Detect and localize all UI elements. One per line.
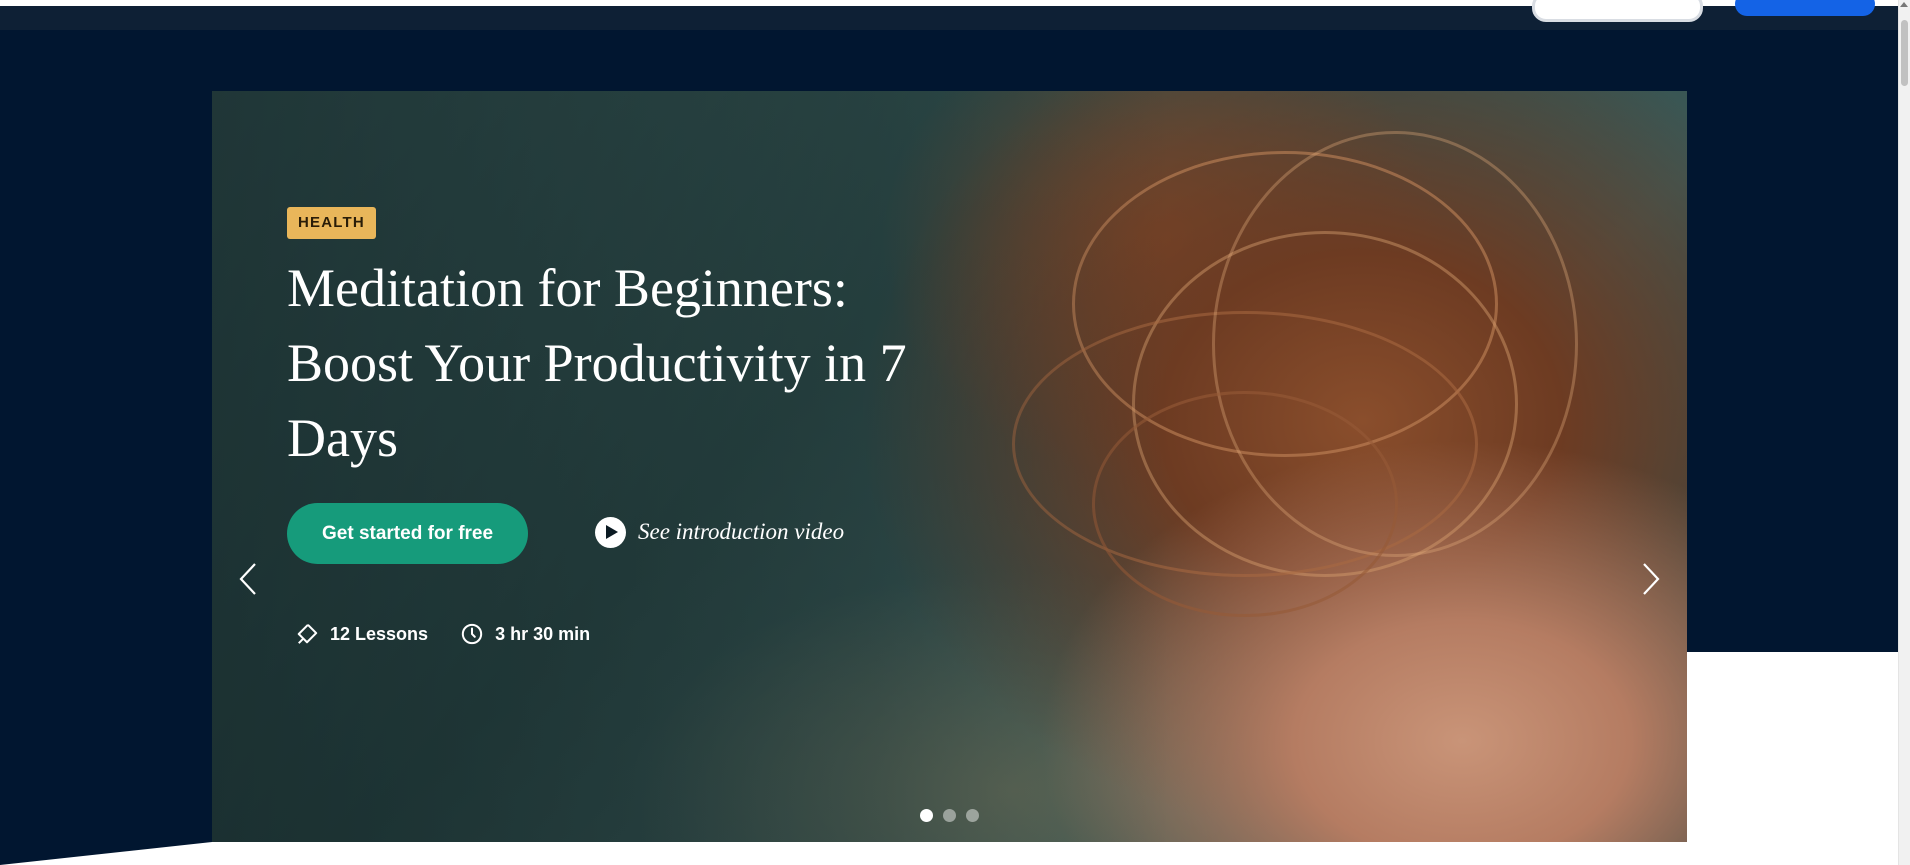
play-icon [595,516,626,548]
header-primary-button[interactable] [1735,0,1875,16]
carousel-dot[interactable] [966,809,979,822]
carousel-dots [920,809,979,822]
carousel-dot[interactable] [943,809,956,822]
duration-label: 3 hr 30 min [495,623,591,644]
course-meta: 12 Lessons 3 hr 30 min [296,623,590,645]
intro-video-label: See introduction video [638,519,845,544]
carousel-dot[interactable] [920,809,933,822]
hero-carousel: HEALTH Meditation for Beginners: Boost Y… [212,91,1687,842]
duration: 3 hr 30 min [461,623,590,645]
scrollbar-thumb[interactable] [1901,20,1908,86]
clock-icon [461,623,483,645]
intro-video-link[interactable]: See introduction video [595,515,844,549]
category-badge: HEALTH [287,207,376,239]
diamond-tag-icon [297,624,318,644]
scroll-up-icon[interactable] [1900,2,1908,7]
page-scrollbar[interactable] [1898,0,1910,865]
header-search-field[interactable] [1532,0,1703,22]
carousel-prev-button[interactable] [235,561,263,597]
hero-title: Meditation for Beginners: Boost Your Pro… [287,258,907,468]
lessons-count: 12 Lessons [296,623,428,645]
lessons-label: 12 Lessons [330,623,429,644]
get-started-button[interactable]: Get started for free [287,503,529,564]
carousel-next-button[interactable] [1636,561,1664,597]
header-bar [0,0,1910,30]
